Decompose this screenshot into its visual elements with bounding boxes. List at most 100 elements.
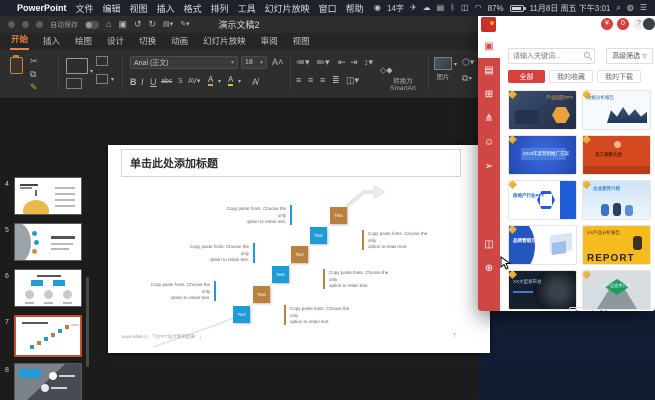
siri-icon[interactable]: ◍ (627, 0, 634, 16)
user-avatar[interactable] (643, 18, 655, 30)
tab-insert[interactable]: 插入 (42, 33, 61, 50)
template-card[interactable]: XX大型发布会 (508, 270, 577, 310)
picture-caret[interactable]: ▾ (454, 59, 457, 71)
slide-thumbnail-5[interactable] (14, 223, 82, 261)
tab-home[interactable]: 开始 (10, 31, 29, 50)
menu-window[interactable]: 窗口 (319, 2, 337, 15)
align-left-button[interactable]: ≡ (296, 74, 301, 86)
diagram-step-4[interactable]: Text (291, 246, 308, 263)
rail-rocket-icon[interactable]: ➢ (478, 154, 500, 178)
menu-slideshow[interactable]: 幻灯片放映 (265, 2, 310, 15)
thumbnail-scrollbar[interactable] (86, 277, 89, 367)
tab-my-downloads[interactable]: 我的下载 (597, 70, 641, 83)
rail-icon-library-icon[interactable]: ☺ (478, 130, 500, 154)
app-menu[interactable]: PowerPoint (17, 3, 67, 13)
diagram-caption[interactable]: Copy paste fonts. Choose the onlyoption … (181, 244, 249, 264)
text-shadow-button[interactable]: S (178, 76, 183, 88)
recharge-icon[interactable]: ¥ (601, 18, 613, 30)
slide-thumbnail-6[interactable] (14, 269, 82, 307)
save-icon[interactable]: ▣ (118, 16, 127, 33)
home-icon[interactable]: ⌂ (106, 16, 111, 33)
justify-button[interactable]: ≣ (332, 74, 340, 86)
tab-review[interactable]: 审阅 (260, 33, 279, 50)
bold-button[interactable]: B (130, 76, 137, 88)
template-card[interactable]: 房地产行业PPT (508, 180, 577, 220)
minimize-button[interactable] (22, 21, 29, 28)
menu-tools[interactable]: 工具 (238, 2, 256, 15)
shapes-button[interactable]: ⬡▾ (462, 56, 474, 68)
undo-icon[interactable]: ↺ (134, 16, 142, 33)
status-weather-icon[interactable]: ◉ (374, 0, 381, 16)
diagram-caption[interactable]: Copy paste fonts. Choose the onlyoption … (329, 270, 397, 290)
diagram-step-1[interactable]: Text (233, 306, 250, 323)
rail-case-library-icon[interactable]: ▣ (478, 34, 500, 58)
advanced-filter-button[interactable]: 高级筛选▽ (606, 48, 653, 64)
template-card[interactable]: 品牌营销方案 (508, 225, 577, 265)
new-slide-caret[interactable]: ▾ (90, 66, 93, 78)
rail-window-icon[interactable]: ◫ (478, 232, 500, 256)
copy-icon[interactable]: ⧉ (30, 68, 38, 80)
convert-smartart-button[interactable]: ⬦⬥ 转换为SmartArt (380, 60, 426, 92)
status-bluetooth-icon[interactable]: ᛒ (450, 0, 455, 16)
line-spacing-button[interactable]: ↕▾ (364, 56, 373, 68)
arrange-button[interactable]: ⧉▾ (462, 72, 472, 84)
menu-insert[interactable]: 插入 (157, 2, 175, 15)
diagram-step-3[interactable]: Text (272, 266, 289, 283)
diagram-caption[interactable]: Copy paste fonts. Choose the onlyoption … (142, 282, 210, 302)
spotlight-search-icon[interactable]: ⌕ (616, 0, 620, 16)
highlight-color-button[interactable]: A (228, 75, 233, 86)
autosave-toggle[interactable] (85, 21, 99, 29)
font-color-caret[interactable]: ▾ (218, 76, 221, 88)
outdent-button[interactable]: ⇤ (338, 56, 346, 68)
diagram-step-2[interactable]: Text (253, 286, 270, 303)
italic-button[interactable]: I (141, 76, 144, 88)
next-page-button[interactable]: › (614, 309, 617, 312)
font-size-select[interactable]: 18▾ (241, 56, 267, 69)
template-card[interactable]: 员工表彰大会 (582, 135, 651, 175)
format-painter-icon[interactable]: ✎ (30, 81, 38, 93)
menu-file[interactable]: 文件 (76, 2, 94, 15)
increase-font-icon[interactable]: A˄ (272, 56, 283, 68)
template-card[interactable]: 产业园区PPT (508, 90, 577, 130)
slide-thumbnail-8[interactable] (14, 363, 82, 400)
more-tools-icon[interactable]: ✎▾ (180, 16, 189, 33)
slide-canvas[interactable]: 单击此处添加标题 Text Text Text Text Text Text C… (108, 145, 490, 353)
rail-diagram-library-icon[interactable]: ⊞ (478, 82, 500, 106)
status-icon-2[interactable]: ▤ (437, 0, 445, 16)
bullets-button[interactable]: ≔▾ (296, 56, 310, 68)
template-card[interactable]: 企业宣传介绍 (582, 180, 651, 220)
diagram-caption[interactable]: Copy paste fonts. Choose the onlyoption … (368, 231, 436, 251)
menu-edit[interactable]: 编辑 (103, 2, 121, 15)
menu-help[interactable]: 帮助 (346, 2, 364, 15)
diagram-step-6[interactable]: Text (330, 207, 347, 224)
islide-logo[interactable] (481, 17, 496, 32)
section-icon[interactable] (96, 74, 108, 84)
rail-settings-icon[interactable]: ⊕ (478, 256, 500, 280)
close-button[interactable] (8, 21, 15, 28)
download-count-badge[interactable]: 0 (617, 18, 629, 30)
rail-theme-library-icon[interactable]: ▤ (478, 58, 500, 82)
underline-button[interactable]: U (150, 76, 157, 88)
highlight-caret[interactable]: ▾ (238, 76, 241, 88)
slide-thumbnail-4[interactable] (14, 177, 82, 215)
tab-design[interactable]: 设计 (106, 33, 125, 50)
diagram-caption[interactable]: Copy paste fonts. Choose the onlyoption … (290, 306, 358, 326)
cut-icon[interactable]: ✂ (30, 55, 38, 67)
status-icon-1[interactable]: ✈ (410, 0, 417, 16)
print-icon[interactable]: ▤▾ (163, 16, 173, 33)
tab-my-favorites[interactable]: 我的收藏 (549, 70, 593, 83)
menu-view[interactable]: 视图 (130, 2, 148, 15)
slide-thumbnail-7-selected[interactable] (14, 315, 82, 357)
indent-button[interactable]: ⇥ (350, 56, 358, 68)
diagram-caption[interactable]: Copy paste fonts. Choose the onlyoption … (218, 206, 286, 226)
numbering-button[interactable]: ≕▾ (316, 56, 330, 68)
status-weather-text[interactable]: 14字 (387, 3, 404, 14)
tab-all[interactable]: 全部 (508, 70, 545, 83)
tab-transitions[interactable]: 切换 (138, 33, 157, 50)
tab-draw[interactable]: 绘图 (74, 33, 93, 50)
template-card[interactable]: 数据分析报告 (582, 90, 651, 130)
status-wifi-icon[interactable]: ◠ (475, 0, 482, 16)
diagram-step-5[interactable]: Text (310, 227, 327, 244)
prev-page-button[interactable]: ‹ (560, 309, 563, 312)
status-icon-3[interactable]: ◫ (461, 0, 469, 16)
